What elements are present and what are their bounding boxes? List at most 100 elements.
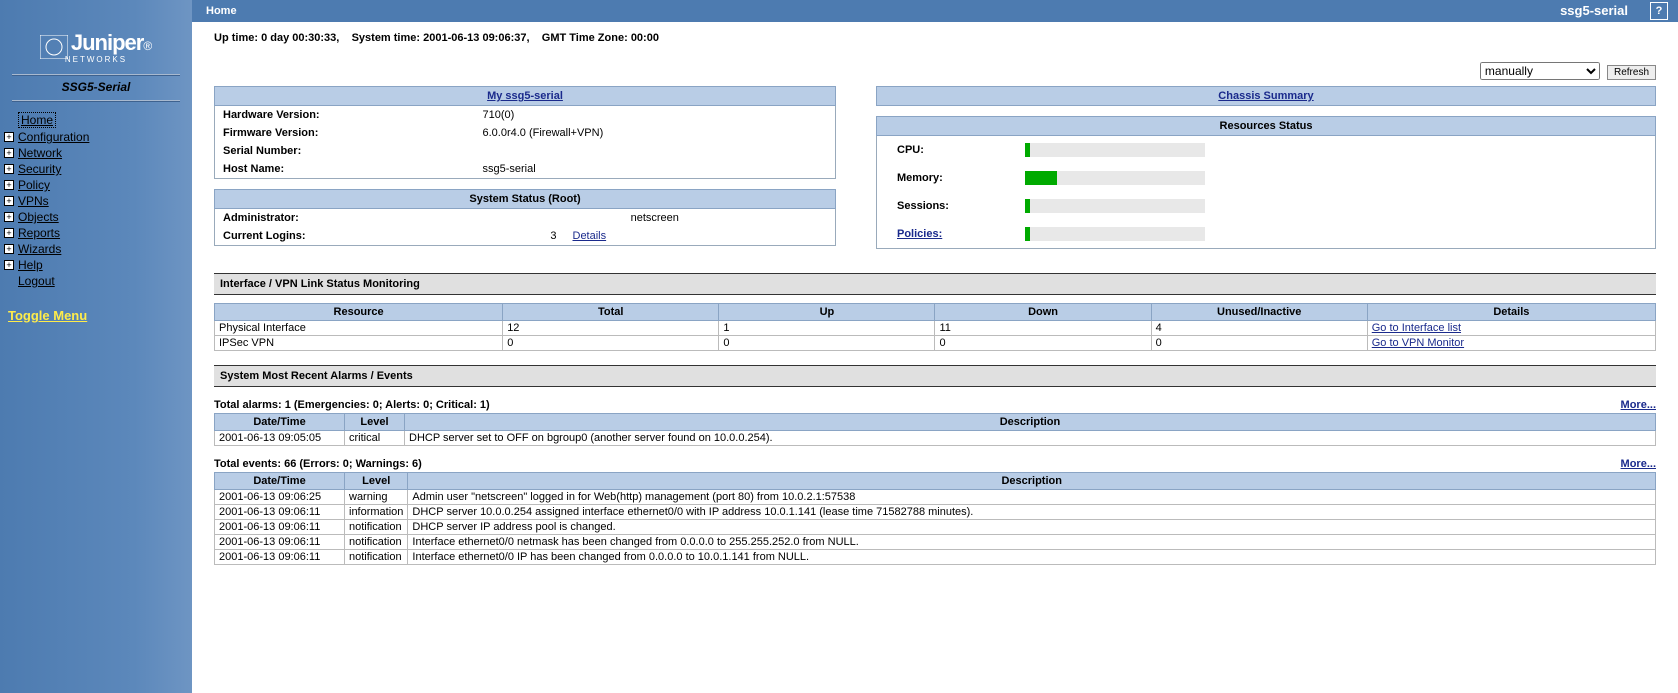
cell-level: warning [345, 490, 408, 505]
nav-link[interactable]: Reports [18, 226, 60, 240]
expand-icon[interactable]: + [4, 228, 14, 238]
sidebar-item-reports[interactable]: + Reports [4, 226, 188, 240]
toggle-menu-link[interactable]: Toggle Menu [8, 308, 87, 323]
table-row: 2001-06-13 09:06:25warningAdmin user "ne… [215, 490, 1656, 505]
refresh-button[interactable]: Refresh [1607, 65, 1656, 80]
usage-bar [1025, 199, 1205, 213]
cell-level: notification [345, 520, 408, 535]
cell: 4 [1151, 321, 1367, 336]
sidebar-item-objects[interactable]: + Objects [4, 210, 188, 224]
table-row: Host Name:ssg5-serial [215, 160, 836, 179]
resource-row: Policies: [877, 220, 1656, 249]
sidebar-item-help[interactable]: + Help [4, 258, 188, 272]
juniper-logo-icon [40, 35, 68, 59]
expand-icon[interactable]: + [4, 132, 14, 142]
device-info-header[interactable]: My ssg5-serial [215, 87, 836, 106]
sidebar-item-network[interactable]: + Network [4, 146, 188, 160]
system-status-panel: System Status (Root) Administrator: nets… [214, 189, 836, 246]
alarms-more-link[interactable]: More... [1621, 399, 1656, 411]
col-header: Level [345, 473, 408, 490]
table-row: Firmware Version:6.0.0r4.0 (Firewall+VPN… [215, 124, 836, 142]
admin-label: Administrator: [215, 209, 475, 228]
device-info-panel: My ssg5-serial Hardware Version:710(0)Fi… [214, 86, 836, 179]
systime-label: System time: [352, 32, 420, 44]
col-header: Resource [215, 304, 503, 321]
cell-level: critical [345, 431, 405, 446]
chassis-summary-panel: Chassis Summary [876, 86, 1656, 106]
info-label: Firmware Version: [215, 124, 475, 142]
col-header: Level [345, 414, 405, 431]
cell-datetime: 2001-06-13 09:06:25 [215, 490, 345, 505]
table-row: 2001-06-13 09:06:11notificationInterface… [215, 535, 1656, 550]
usage-bar [1025, 227, 1205, 241]
tree-spacer [4, 115, 14, 125]
expand-icon[interactable]: + [4, 260, 14, 270]
nav-link[interactable]: Configuration [18, 130, 89, 144]
expand-icon[interactable]: + [4, 164, 14, 174]
table-row: IPSec VPN0000Go to VPN Monitor [215, 336, 1656, 351]
nav-link[interactable]: Home [18, 112, 56, 128]
events-summary: Total events: 66 (Errors: 0; Warnings: 6… [214, 458, 422, 470]
ifmon-header: Interface / VPN Link Status Monitoring [214, 273, 1656, 295]
expand-icon[interactable]: + [4, 196, 14, 206]
cell: 1 [719, 321, 935, 336]
chassis-summary-header[interactable]: Chassis Summary [877, 87, 1656, 106]
nav: Home + Configuration + Network + Security + Poli… [4, 112, 188, 288]
cell: 0 [1151, 336, 1367, 351]
tz-label: GMT Time Zone: [542, 32, 628, 44]
nav-link[interactable]: Logout [18, 274, 55, 288]
help-icon[interactable]: ? [1650, 2, 1668, 20]
expand-icon[interactable]: + [4, 180, 14, 190]
resource-label: Sessions: [897, 200, 949, 212]
col-header: Up [719, 304, 935, 321]
cell-level: notification [345, 550, 408, 565]
logins-details-link[interactable]: Details [573, 230, 607, 242]
resources-header: Resources Status [877, 117, 1656, 136]
nav-link[interactable]: Wizards [18, 242, 61, 256]
table-row: 2001-06-13 09:06:11notificationDHCP serv… [215, 520, 1656, 535]
sidebar-item-vpns[interactable]: + VPNs [4, 194, 188, 208]
cell-level: information [345, 505, 408, 520]
alarms-table: Date/TimeLevelDescription 2001-06-13 09:… [214, 413, 1656, 446]
info-value: ssg5-serial [475, 160, 836, 179]
nav-link[interactable]: Policy [18, 178, 50, 192]
refresh-controls: manually Refresh [214, 62, 1656, 80]
sidebar-item-logout[interactable]: Logout [4, 274, 188, 288]
cell-datetime: 2001-06-13 09:06:11 [215, 520, 345, 535]
info-label: Host Name: [215, 160, 475, 179]
col-header: Total [503, 304, 719, 321]
cell-description: Interface ethernet0/0 IP has been change… [408, 550, 1656, 565]
resource-row: Sessions: [877, 192, 1656, 220]
expand-icon[interactable]: + [4, 212, 14, 222]
expand-icon[interactable]: + [4, 148, 14, 158]
cell-description: DHCP server 10.0.0.254 assigned interfac… [408, 505, 1656, 520]
table-row: 2001-06-13 09:05:05criticalDHCP server s… [215, 431, 1656, 446]
expand-icon[interactable]: + [4, 244, 14, 254]
detail-link[interactable]: Go to Interface list [1372, 322, 1461, 334]
cell-level: notification [345, 535, 408, 550]
nav-link[interactable]: Network [18, 146, 62, 160]
col-header: Date/Time [215, 473, 345, 490]
tz-value: 00:00 [631, 32, 659, 44]
sidebar-item-wizards[interactable]: + Wizards [4, 242, 188, 256]
info-label: Hardware Version: [215, 106, 475, 125]
cell-description: Interface ethernet0/0 netmask has been c… [408, 535, 1656, 550]
events-more-link[interactable]: More... [1621, 458, 1656, 470]
sidebar-item-home[interactable]: Home [4, 112, 188, 128]
nav-link[interactable]: Objects [18, 210, 59, 224]
usage-bar [1025, 143, 1205, 157]
info-label: Serial Number: [215, 142, 475, 160]
refresh-mode-select[interactable]: manually [1480, 62, 1600, 80]
detail-link[interactable]: Go to VPN Monitor [1372, 337, 1464, 349]
sidebar-item-security[interactable]: + Security [4, 162, 188, 176]
nav-link[interactable]: Security [18, 162, 61, 176]
sidebar: Juniper® NETWORKS SSG5-Serial Home+Confi… [0, 0, 192, 693]
resources-panel: Resources Status CPU:Memory:Sessions:Pol… [876, 116, 1656, 249]
nav-link[interactable]: VPNs [18, 194, 49, 208]
nav-link[interactable]: Help [18, 258, 43, 272]
sidebar-item-policy[interactable]: + Policy [4, 178, 188, 192]
cell: 12 [503, 321, 719, 336]
sidebar-item-configuration[interactable]: + Configuration [4, 130, 188, 144]
resource-label: Memory: [897, 172, 943, 184]
resource-link[interactable]: Policies: [897, 228, 942, 240]
